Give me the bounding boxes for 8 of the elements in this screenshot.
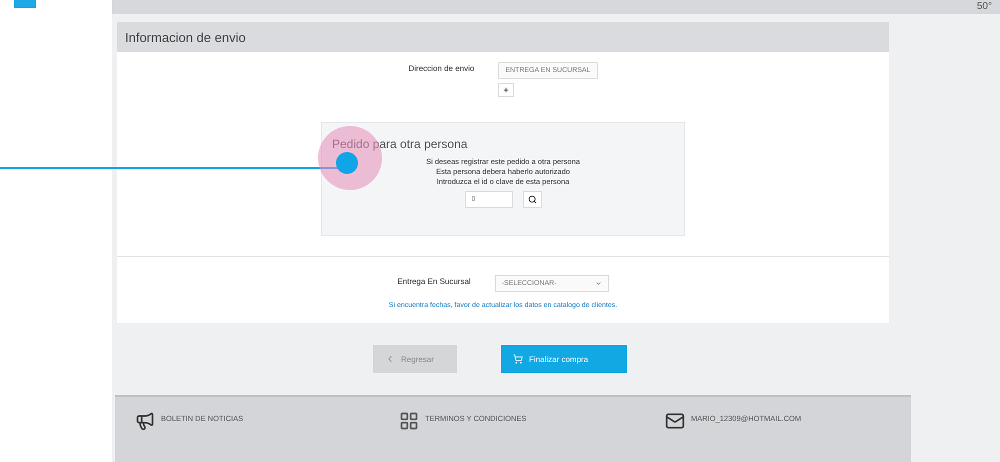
section-title: Informacion de envio — [117, 22, 889, 52]
finish-button[interactable]: Finalizar compra — [501, 345, 627, 373]
add-button[interactable]: + — [498, 83, 514, 97]
back-button[interactable]: Regresar — [373, 345, 457, 373]
card-title: Pedido para otra persona — [331, 136, 468, 153]
field-label: Entrega En Sucursal — [397, 276, 471, 288]
temperature-text: 50° — [976, 1, 992, 13]
field-label: Direccion de envio — [408, 63, 474, 75]
